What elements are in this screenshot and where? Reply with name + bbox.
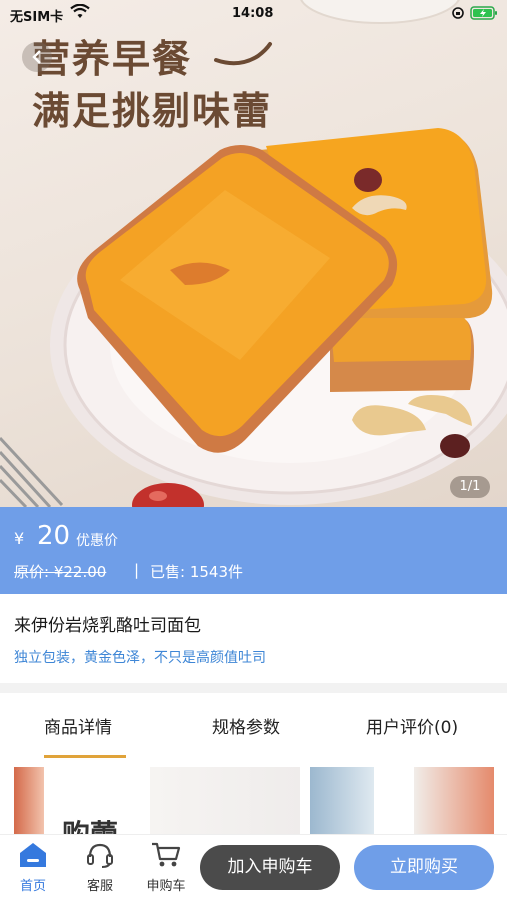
detail-heading-partial: 购蕾 bbox=[62, 813, 118, 834]
sale-price: 20 bbox=[37, 521, 71, 551]
detail-image-strip bbox=[414, 767, 494, 834]
nav-cart[interactable]: 申购车 bbox=[141, 841, 191, 894]
carrier-label: 无SIM卡 bbox=[10, 10, 64, 25]
product-title: 来伊份岩烧乳酪吐司面包 bbox=[14, 616, 201, 636]
detail-image-strip bbox=[150, 767, 300, 834]
sold-count: 已售: 1543件 bbox=[150, 563, 243, 581]
nav-customer-service-label: 客服 bbox=[86, 879, 113, 894]
detail-image-preview: 购蕾 bbox=[0, 759, 507, 834]
nav-home-label: 首页 bbox=[19, 879, 46, 894]
product-image-carousel[interactable]: 无SIM卡 14:08 营养早餐 满足挑剔味蕾 1/1 bbox=[0, 0, 507, 507]
headset-icon bbox=[87, 843, 113, 868]
detail-image-strip bbox=[310, 767, 374, 834]
cart-icon bbox=[152, 842, 181, 867]
image-page-indicator: 1/1 bbox=[450, 476, 490, 498]
tab-specifications[interactable]: 规格参数 bbox=[212, 713, 280, 738]
detail-tabs: 商品详情 规格参数 用户评价(0) bbox=[0, 693, 507, 759]
section-divider bbox=[0, 683, 507, 693]
spoon-swirl-decoration bbox=[214, 42, 272, 66]
currency-symbol: ¥ bbox=[14, 529, 25, 548]
original-price-text: 原价: ¥22.00 bbox=[14, 563, 107, 581]
active-tab-indicator bbox=[44, 755, 126, 758]
nav-customer-service[interactable]: 客服 bbox=[75, 841, 125, 894]
battery-charging-icon bbox=[470, 6, 497, 20]
tab-user-reviews[interactable]: 用户评价(0) bbox=[366, 713, 458, 738]
add-to-cart-button[interactable]: 加入申购车 bbox=[200, 845, 340, 890]
hero-headline-line1: 营养早餐 bbox=[32, 37, 193, 81]
tab-product-details[interactable]: 商品详情 bbox=[44, 713, 112, 738]
clock: 14:08 bbox=[232, 6, 274, 21]
wifi-icon bbox=[70, 4, 90, 18]
bottom-action-bar: 首页 客服 申购车 加入申购车 立即购买 bbox=[0, 834, 507, 900]
discount-price-label: 优惠价 bbox=[76, 533, 118, 549]
hero-headline-line2: 满足挑剔味蕾 bbox=[32, 89, 273, 133]
home-icon bbox=[20, 843, 46, 867]
status-bar: 无SIM卡 14:08 bbox=[0, 0, 507, 28]
nav-cart-label: 申购车 bbox=[146, 879, 186, 894]
nav-home[interactable]: 首页 bbox=[8, 841, 58, 894]
back-button[interactable] bbox=[22, 42, 52, 72]
chevron-left-icon bbox=[32, 50, 41, 64]
buy-now-button[interactable]: 立即购买 bbox=[354, 845, 494, 890]
orientation-lock-icon bbox=[452, 7, 464, 19]
price-bar: ¥ 20 优惠价 原价: ¥22.00 | 已售: 1543件 bbox=[0, 507, 507, 594]
price-separator: | bbox=[134, 561, 140, 579]
original-price: 原价: ¥22.00 bbox=[14, 561, 106, 582]
product-subtitle: 独立包装，黄金色泽，不只是高颜值吐司 bbox=[14, 650, 266, 666]
detail-image-strip bbox=[14, 767, 44, 834]
